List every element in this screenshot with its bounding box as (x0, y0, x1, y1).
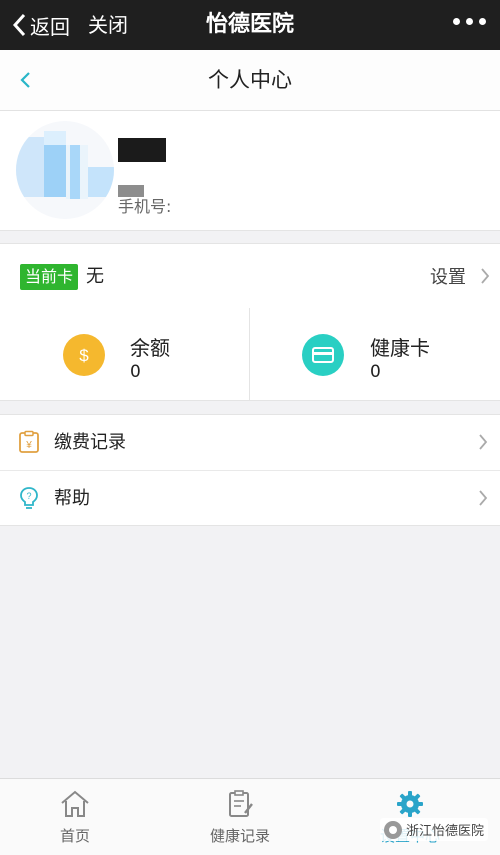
help-label: 帮助 (54, 488, 90, 509)
home-icon (61, 790, 89, 817)
back-arrow-icon[interactable] (14, 68, 38, 92)
svg-text:¥: ¥ (25, 440, 32, 451)
tab-home[interactable]: 首页 (20, 779, 130, 855)
balance-value: 0 (130, 362, 141, 382)
phone-redacted (118, 185, 144, 197)
settings-label: 设置 (430, 267, 466, 288)
chevron-right-icon (479, 490, 488, 506)
current-card-row: 当前卡 无 设置 (0, 243, 500, 309)
name-redacted (118, 138, 166, 162)
watermark: 浙江怡德医院 (379, 818, 488, 841)
more-options-button[interactable] (453, 18, 486, 25)
wechat-back-label: 返回 (30, 14, 70, 39)
health-card-value: 0 (370, 362, 381, 382)
health-card-label: 健康卡 (370, 336, 430, 360)
menu-item-help[interactable]: ? 帮助 (0, 471, 500, 526)
menu-list: ¥ 缴费记录 ? 帮助 (0, 414, 500, 526)
svg-text:?: ? (26, 491, 31, 501)
payment-records-label: 缴费记录 (54, 432, 126, 453)
wechat-title: 怡德医院 (205, 12, 294, 37)
tab-health-records[interactable]: 健康记录 (180, 779, 300, 855)
page-title: 个人中心 (208, 68, 292, 92)
card-icon (302, 334, 344, 376)
chevron-left-icon (12, 13, 26, 37)
chevron-right-icon (481, 268, 490, 284)
tab-home-label: 首页 (59, 827, 90, 845)
menu-item-payment-records[interactable]: ¥ 缴费记录 (0, 415, 500, 471)
more-dots-icon (453, 18, 460, 25)
help-bulb-icon: ? (20, 487, 38, 509)
health-card-stat[interactable]: 健康卡 0 (250, 308, 499, 400)
chevron-right-icon (479, 434, 488, 450)
wechat-logo-icon (383, 820, 402, 839)
card-settings-link[interactable]: 设置 (430, 244, 490, 308)
dollar-coin-icon: $ (63, 334, 105, 376)
profile-section: 手机号: (0, 111, 500, 231)
avatar[interactable] (16, 121, 114, 219)
tab-health-records-label: 健康记录 (209, 827, 270, 845)
bottom-tab-bar: 首页 健康记录 设置中心 (0, 778, 500, 855)
svg-text:$: $ (79, 346, 89, 365)
account-stats: $ 余额 0 健康卡 0 (0, 308, 500, 401)
wechat-top-bar: 返回 关闭 怡德医院 (0, 0, 500, 50)
health-record-icon (229, 790, 253, 817)
balance-stat[interactable]: $ 余额 0 (0, 308, 250, 400)
wechat-close-button[interactable]: 关闭 (88, 8, 128, 42)
page-header: 个人中心 (0, 50, 500, 111)
current-card-badge: 当前卡 (20, 264, 79, 290)
balance-label: 余额 (130, 336, 170, 360)
payment-record-icon: ¥ (19, 430, 39, 453)
current-card-value: 无 (86, 266, 104, 287)
settings-gear-icon (397, 791, 423, 817)
watermark-text: 浙江怡德医院 (405, 824, 484, 839)
wechat-back-button[interactable]: 返回 (12, 8, 70, 42)
tab-settings-center[interactable]: 设置中心 (355, 779, 465, 855)
